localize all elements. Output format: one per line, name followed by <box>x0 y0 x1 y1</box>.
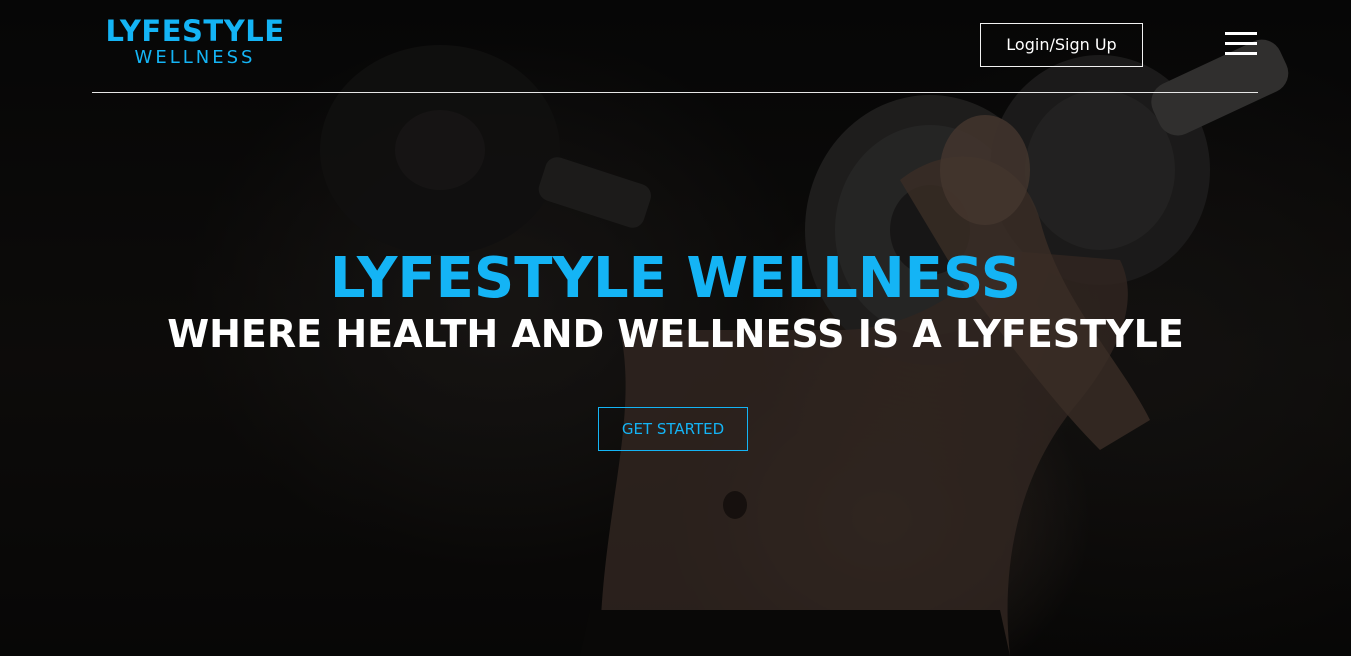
hamburger-menu-icon[interactable] <box>1225 30 1257 56</box>
site-logo[interactable]: LYFESTYLE WELLNESS <box>103 14 287 68</box>
menu-bar <box>1225 52 1257 55</box>
logo-wordmark-top: LYFESTYLE <box>105 14 285 48</box>
hero-section: LYFESTYLE WELLNESS Login/Sign Up LYFESTY… <box>0 0 1351 656</box>
menu-bar <box>1225 42 1257 45</box>
hero-title: LYFESTYLE WELLNESS <box>329 246 1022 311</box>
logo-wordmark-bottom: WELLNESS <box>134 47 256 68</box>
menu-bar <box>1225 32 1257 35</box>
login-signup-button[interactable]: Login/Sign Up <box>980 23 1143 67</box>
hero-subtitle: WHERE HEALTH AND WELLNESS IS A LYFESTYLE <box>167 312 1184 356</box>
get-started-button[interactable]: GET STARTED <box>598 407 748 451</box>
site-header: LYFESTYLE WELLNESS Login/Sign Up <box>92 0 1258 93</box>
